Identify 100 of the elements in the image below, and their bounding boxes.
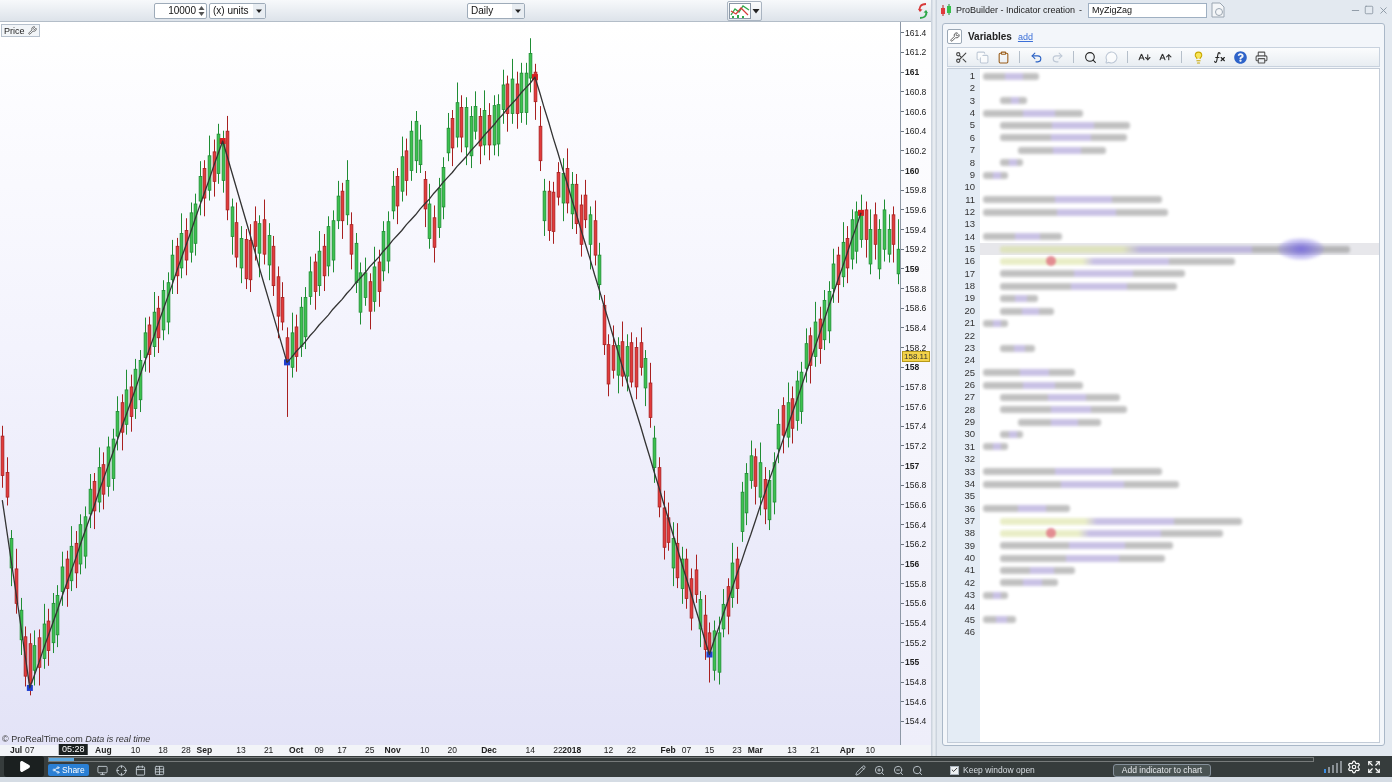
y-axis-label: 155.4 [905,617,927,629]
x-axis-label: 13 [236,745,246,756]
x-axis-label: 2018 [562,745,582,756]
pivot-marker-icon [26,684,33,691]
y-axis-label: 158.2 [905,341,927,354]
x-axis-label: 10 [865,745,875,756]
y-axis-label: 156.6 [905,498,927,511]
add-link[interactable]: add [1017,31,1033,42]
y-axis-label: 158.4 [905,321,927,334]
units-dropdown[interactable]: (x) units [209,2,266,19]
line-number: 24 [963,354,976,367]
help-icon [1233,50,1247,64]
x-axis-label: 20 [447,745,457,756]
y-axis-label: 160.4 [905,125,927,138]
line-number: 28 [963,403,976,417]
table-icon[interactable] [153,764,165,776]
sync-button[interactable] [916,0,930,21]
line-number: 40 [963,552,976,565]
price-settings-button[interactable]: Price [1,24,40,37]
add-indicator-button[interactable]: Add indicator to chart [1112,763,1212,777]
line-number: 22 [963,329,976,342]
x-axis-label: Apr [839,745,855,756]
quantity-field[interactable]: 10000 [154,2,207,19]
x-axis-label: 28 [181,745,191,756]
x-axis-label: 18 [158,745,168,756]
pivot-marker-icon [284,359,290,366]
progress-track[interactable] [48,756,1314,762]
help-button[interactable] [1231,49,1249,65]
y-axis-label: 159.6 [905,203,927,216]
line-number: 31 [963,440,976,454]
pivot-marker-icon [857,209,864,216]
keep-open-label: Keep window open [963,765,1035,775]
search-icon[interactable] [912,764,923,776]
y-axis-label: 159.2 [905,243,927,256]
x-axis-label: 13 [787,745,797,756]
last-price-tag: 158.11 [902,351,930,363]
line-number: 25 [963,366,976,379]
chart-type-button[interactable] [727,0,762,21]
line-number: 4 [968,107,976,120]
line-number: 29 [963,416,976,429]
function-icon [1212,50,1226,64]
line-number: 7 [968,144,976,157]
check-icon [951,766,958,774]
scissors-icon [954,50,968,64]
line-number: 6 [968,131,976,145]
redo-icon [1050,50,1064,64]
variables-settings-button[interactable] [947,29,962,44]
y-axis-label: 161.4 [905,26,927,39]
x-axis-label: 21 [263,745,274,756]
x-axis-label: 09 [314,745,324,756]
pencil-icon[interactable] [855,764,866,776]
keep-open-checkbox[interactable] [950,765,959,775]
zoom-out-icon[interactable] [893,764,904,776]
line-number: 37 [963,514,976,528]
indicator-name-field[interactable]: MyZigZag [1088,2,1208,18]
play-button[interactable] [4,756,44,777]
y-axis-label: 158 [905,361,920,374]
line-number: 46 [963,626,976,639]
monitor-icon[interactable] [96,764,108,776]
calendar-icon[interactable] [134,764,146,776]
x-axis-label: 17 [337,745,347,756]
play-icon [17,760,31,773]
settings-button[interactable] [1346,758,1362,775]
chart-type-icon [729,2,751,19]
timeframe-dropdown[interactable]: Daily [467,2,525,19]
close-icon [1377,4,1389,16]
y-axis-label: 159 [905,262,920,275]
clipboard-icon [996,50,1010,64]
line-number: 18 [963,280,976,293]
undo-icon [1029,50,1043,64]
zoom-in-icon[interactable] [874,764,885,776]
y-axis-label: 157.8 [905,380,927,393]
wrench-icon [949,31,960,42]
x-axis-label: Sep [196,745,213,756]
line-number: 12 [963,205,976,219]
variables-label: Variables [968,31,1012,42]
spinner-arrows-icon[interactable] [198,4,205,17]
y-axis-label: 159.4 [905,223,927,236]
line-number: 36 [963,502,976,515]
x-axis-label: Mar [747,745,763,756]
print-button[interactable] [1252,49,1270,65]
line-number: 35 [963,490,976,503]
fullscreen-button[interactable] [1366,758,1382,775]
share-button[interactable]: Share [48,764,89,776]
share-icon [52,766,60,774]
crosshair-icon[interactable] [115,764,127,776]
line-number: 1 [968,70,976,83]
x-axis-label: 25 [364,745,375,756]
x-axis-label: 10 [420,745,430,756]
signal-bars-icon [1324,760,1342,773]
x-axis-label: 12 [603,745,614,756]
line-number: 41 [963,564,976,577]
y-axis-label: 157.4 [905,420,927,433]
y-axis-label: 158.8 [905,282,927,295]
line-number: 9 [968,168,976,182]
x-axis-label: Nov [384,745,401,756]
settings-icon [1347,759,1361,774]
y-axis-label: 154.4 [905,715,927,728]
line-number: 38 [963,527,976,540]
window-title: ProBuilder - Indicator creation [956,5,1076,15]
